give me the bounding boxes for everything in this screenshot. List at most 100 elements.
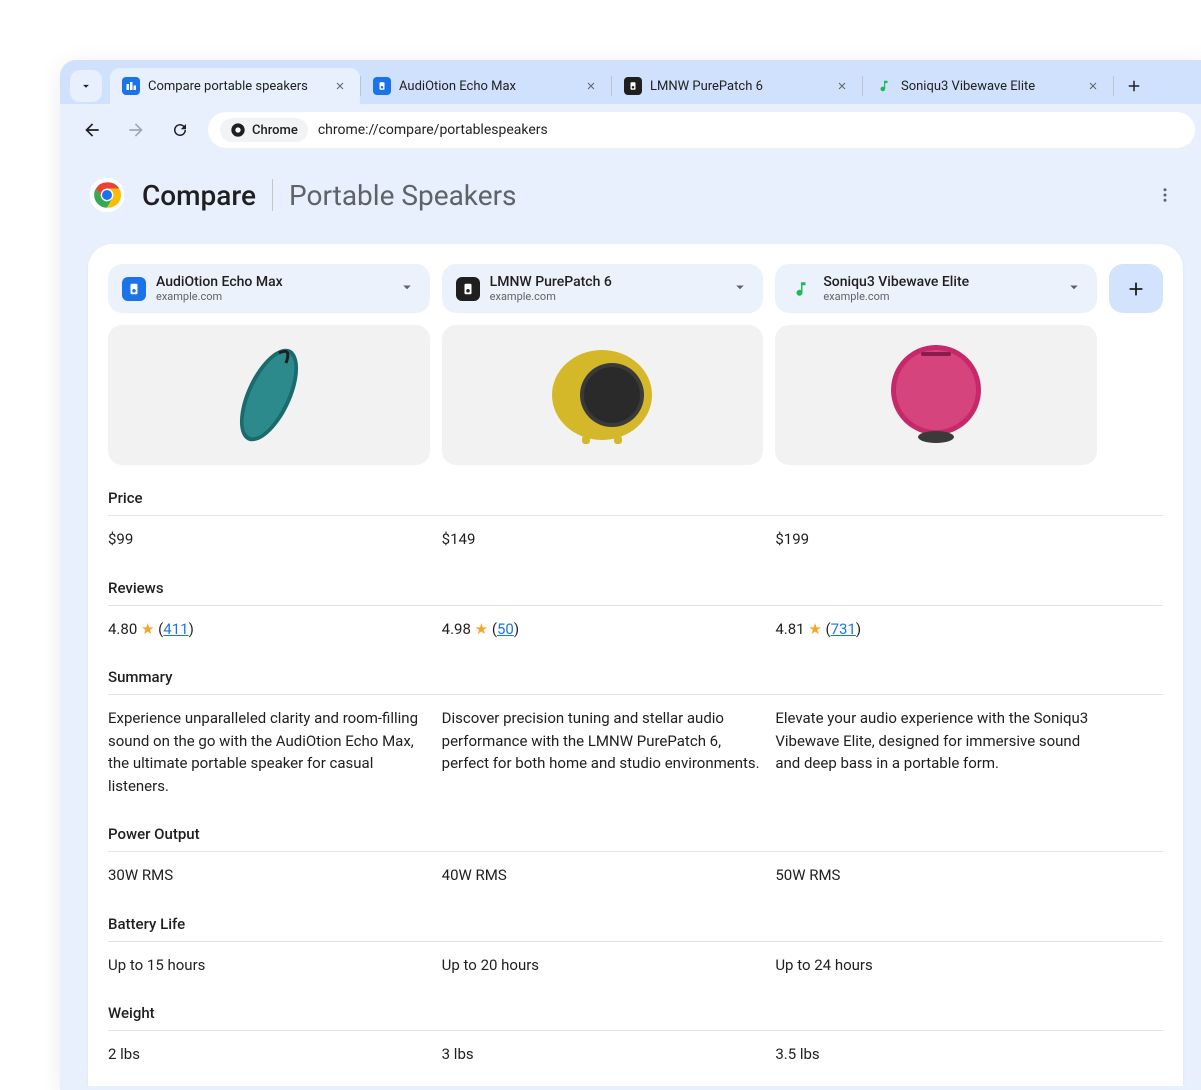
- weight-value: 3.5 lbs: [775, 1043, 1097, 1066]
- section-power: Power Output 30W RMS 40W RMS 50W RMS: [108, 825, 1163, 887]
- speaker-icon: [373, 77, 391, 95]
- more-vert-icon: [1156, 186, 1174, 204]
- summary-text: Elevate your audio experience with the S…: [775, 707, 1097, 797]
- product-name: LMNW PurePatch 6: [490, 274, 722, 290]
- reload-button[interactable]: [164, 114, 196, 146]
- new-tab-button[interactable]: [1118, 70, 1150, 102]
- power-value: 50W RMS: [775, 864, 1097, 887]
- power-value: 30W RMS: [108, 864, 430, 887]
- product-card-1[interactable]: AudiOtion Echo Max example.com: [108, 264, 430, 313]
- url-text: chrome://compare/portablespeakers: [318, 122, 548, 138]
- review-cell: 4.80 ★ (411): [108, 618, 430, 641]
- product-meta: Soniqu3 Vibewave Elite example.com: [823, 274, 1055, 303]
- back-button[interactable]: [76, 114, 108, 146]
- weight-value: 2 lbs: [108, 1043, 430, 1066]
- review-cell: 4.98 ★ (50): [442, 618, 764, 641]
- product-image-1: [108, 325, 430, 465]
- arrow-right-icon: [126, 120, 146, 140]
- tab-close-button[interactable]: [834, 78, 850, 94]
- close-icon: [334, 80, 346, 92]
- tab-label: AudiOtion Echo Max: [399, 79, 575, 94]
- section-label: Weight: [108, 1004, 1163, 1031]
- tab-product-2[interactable]: LMNW PurePatch 6: [612, 68, 862, 104]
- tab-close-button[interactable]: [583, 78, 599, 94]
- site-badge: Chrome: [220, 118, 308, 142]
- page-header: Compare Portable Speakers: [88, 176, 1183, 214]
- speaker-icon: [624, 77, 642, 95]
- page-title: Compare: [142, 179, 256, 212]
- tab-strip: Compare portable speakers AudiOtion Echo…: [60, 60, 1201, 104]
- battery-value: Up to 20 hours: [442, 954, 764, 977]
- page-content: Compare Portable Speakers AudiOtion Echo…: [60, 156, 1201, 1086]
- music-icon: [789, 277, 813, 301]
- section-battery: Battery Life Up to 15 hours Up to 20 hou…: [108, 915, 1163, 977]
- tab-compare[interactable]: Compare portable speakers: [110, 68, 360, 104]
- price-value: $99: [108, 528, 430, 551]
- section-label: Battery Life: [108, 915, 1163, 942]
- tab-separator: [1113, 76, 1114, 96]
- power-value: 40W RMS: [442, 864, 764, 887]
- toolbar: Chrome chrome://compare/portablespeakers: [60, 104, 1201, 156]
- section-label: Reviews: [108, 579, 1163, 606]
- expand-button[interactable]: [1065, 278, 1083, 300]
- add-product-button[interactable]: [1109, 264, 1163, 313]
- music-icon: [875, 77, 893, 95]
- chevron-down-icon: [1065, 278, 1083, 296]
- product-card-3[interactable]: Soniqu3 Vibewave Elite example.com: [775, 264, 1097, 313]
- tab-label: Soniqu3 Vibewave Elite: [901, 79, 1077, 94]
- chevron-down-icon: [731, 278, 749, 296]
- section-summary: Summary Experience unparalleled clarity …: [108, 668, 1163, 797]
- chevron-down-icon: [79, 79, 93, 93]
- section-price: Price $99 $149 $199: [108, 489, 1163, 551]
- summary-text: Discover precision tuning and stellar au…: [442, 707, 764, 797]
- section-label: Summary: [108, 668, 1163, 695]
- review-count-link[interactable]: 731: [831, 620, 856, 638]
- plus-icon: [1125, 278, 1147, 300]
- star-icon: ★: [475, 620, 488, 638]
- product-name: Soniqu3 Vibewave Elite: [823, 274, 1055, 290]
- more-options-button[interactable]: [1147, 177, 1183, 213]
- product-meta: AudiOtion Echo Max example.com: [156, 274, 388, 303]
- review-count-link[interactable]: 411: [163, 620, 188, 638]
- chrome-logo-icon: [88, 176, 126, 214]
- tab-product-3[interactable]: Soniqu3 Vibewave Elite: [863, 68, 1113, 104]
- close-icon: [836, 80, 848, 92]
- product-name: AudiOtion Echo Max: [156, 274, 388, 290]
- forward-button[interactable]: [120, 114, 152, 146]
- address-bar[interactable]: Chrome chrome://compare/portablespeakers: [208, 112, 1195, 148]
- compare-card: AudiOtion Echo Max example.com LMNW Pure…: [88, 244, 1183, 1086]
- review-count-link[interactable]: 50: [497, 620, 514, 638]
- product-image-3: [775, 325, 1097, 465]
- product-domain: example.com: [823, 290, 1055, 303]
- close-icon: [585, 80, 597, 92]
- tab-product-1[interactable]: AudiOtion Echo Max: [361, 68, 611, 104]
- star-icon: ★: [808, 620, 821, 638]
- product-domain: example.com: [490, 290, 722, 303]
- chrome-icon: [230, 122, 246, 138]
- product-card-2[interactable]: LMNW PurePatch 6 example.com: [442, 264, 764, 313]
- reload-icon: [171, 121, 189, 139]
- product-image-row: [108, 325, 1163, 465]
- product-domain: example.com: [156, 290, 388, 303]
- expand-button[interactable]: [398, 278, 416, 300]
- close-icon: [1087, 80, 1099, 92]
- battery-value: Up to 15 hours: [108, 954, 430, 977]
- tab-search-button[interactable]: [70, 70, 102, 102]
- compare-icon: [122, 77, 140, 95]
- speaker-icon: [122, 277, 146, 301]
- page-subtitle: Portable Speakers: [289, 179, 516, 212]
- tab-close-button[interactable]: [1085, 78, 1101, 94]
- price-value: $199: [775, 528, 1097, 551]
- tab-close-button[interactable]: [332, 78, 348, 94]
- section-weight: Weight 2 lbs 3 lbs 3.5 lbs: [108, 1004, 1163, 1066]
- battery-value: Up to 24 hours: [775, 954, 1097, 977]
- product-header-row: AudiOtion Echo Max example.com LMNW Pure…: [108, 264, 1163, 313]
- title-separator: [272, 179, 273, 211]
- weight-value: 3 lbs: [442, 1043, 764, 1066]
- section-label: Price: [108, 489, 1163, 516]
- price-value: $149: [442, 528, 764, 551]
- expand-button[interactable]: [731, 278, 749, 300]
- plus-icon: [1125, 77, 1143, 95]
- section-reviews: Reviews 4.80 ★ (411) 4.98 ★ (50) 4.81 ★ …: [108, 579, 1163, 641]
- product-image-2: [442, 325, 764, 465]
